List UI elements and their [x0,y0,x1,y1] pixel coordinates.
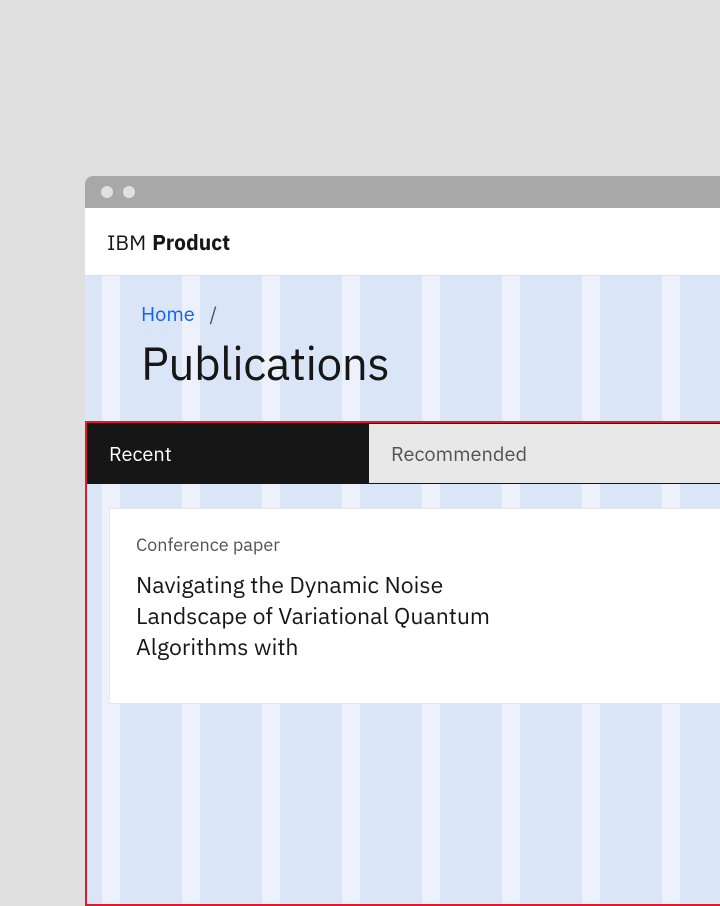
product-header: IBM Product [85,208,720,276]
publication-type-label: Conference paper [136,533,708,556]
breadcrumb-separator: / [210,300,218,327]
publication-card[interactable]: Conference paper Navigating the Dynamic … [109,508,720,704]
page-title: Publications [85,327,720,421]
breadcrumb: Home / [85,276,720,327]
tabs-list: Recent Recommended [87,423,720,484]
window-titlebar [85,176,720,208]
page-content: IBM Product Home / Publications Recent R… [85,208,720,906]
tab-recommended[interactable]: Recommended [369,423,720,483]
tabs-container: Recent Recommended Conference paper Navi… [85,421,720,906]
tab-recent[interactable]: Recent [87,423,369,483]
publication-title: Navigating the Dynamic Noise Landscape o… [136,570,516,663]
window-control-close[interactable] [101,186,113,198]
window-control-minimize[interactable] [123,186,135,198]
browser-window: IBM Product Home / Publications Recent R… [85,176,720,906]
breadcrumb-home-link[interactable]: Home [141,300,195,327]
brand-name-light: IBM [107,228,146,256]
brand-name-bold: Product [152,228,230,256]
